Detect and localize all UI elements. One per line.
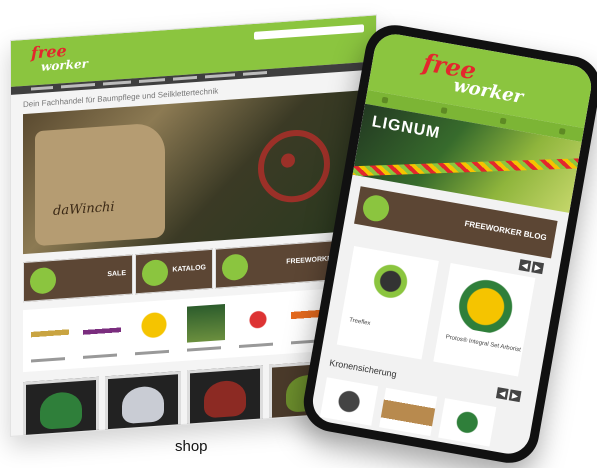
tile-katalog[interactable]: KATALOG <box>135 248 213 295</box>
carousel-prev-button[interactable]: ◀ <box>518 259 532 272</box>
tile-katalog-label: KATALOG <box>172 264 206 274</box>
product-card[interactable] <box>135 307 173 356</box>
section-prev-button[interactable]: ◀ <box>495 387 509 400</box>
section-next-button[interactable]: ▶ <box>508 389 522 403</box>
helmet-card[interactable] <box>187 365 263 432</box>
search-icon[interactable] <box>440 107 448 115</box>
phone-product-name: Treeflex <box>348 317 371 327</box>
helmet-image <box>451 271 521 337</box>
nav-item[interactable] <box>243 71 267 76</box>
product-card[interactable] <box>187 303 225 352</box>
phone-product-name: Protos® Integral Set Arborist <box>445 334 522 354</box>
phone-product-thumb[interactable] <box>379 387 438 437</box>
desktop-hero-banner[interactable]: daWinchi <box>23 90 364 255</box>
phone-logo-worker: worker <box>451 75 525 108</box>
cart-icon[interactable] <box>558 127 566 135</box>
nav-item[interactable] <box>205 73 235 79</box>
desktop-logo[interactable]: free worker <box>31 41 88 75</box>
phone-section-title: Kronensicherung <box>328 357 398 380</box>
catalog-icon <box>142 258 168 287</box>
phone-product-card[interactable]: Treeflex <box>336 246 439 360</box>
nav-item[interactable] <box>103 80 131 86</box>
phone-carousel-arrows: ◀ ▶ <box>518 259 546 275</box>
nav-item[interactable] <box>31 85 53 91</box>
product-card[interactable] <box>31 314 69 363</box>
blog-icon <box>222 253 248 282</box>
phone-logo[interactable]: free worker <box>419 47 528 108</box>
phone-section-arrows: ◀ ▶ <box>495 387 524 403</box>
tile-sale-label: SALE <box>107 269 126 279</box>
desktop-logo-worker: worker <box>41 56 88 74</box>
account-icon[interactable] <box>499 117 507 125</box>
helmet-card[interactable] <box>23 376 99 438</box>
nav-item[interactable] <box>139 78 165 83</box>
rope-image <box>352 157 582 177</box>
product-card[interactable] <box>83 311 121 359</box>
carousel-next-button[interactable]: ▶ <box>531 261 545 275</box>
nav-item[interactable] <box>61 83 95 89</box>
hero-bag-image: daWinchi <box>35 122 165 247</box>
image-caption: shop <box>175 438 208 455</box>
phone-banner-title: LIGNUM <box>370 113 442 143</box>
phone-blog-label: FREEWORKER BLOG <box>463 218 548 243</box>
product-card[interactable] <box>239 300 277 348</box>
nav-item[interactable] <box>173 75 197 81</box>
phone-product-thumb[interactable] <box>438 398 497 447</box>
hero-wheel-image <box>258 127 330 205</box>
harness-image <box>355 254 425 320</box>
menu-icon[interactable] <box>381 96 389 104</box>
phone-product-card[interactable]: Protos® Integral Set Arborist <box>433 263 536 377</box>
desktop-search-input[interactable] <box>254 24 364 40</box>
tile-sale[interactable]: SALE <box>23 254 133 303</box>
blog-icon <box>360 193 392 224</box>
phone-product-thumb[interactable] <box>320 377 379 426</box>
sale-icon <box>30 266 56 295</box>
helmet-card[interactable] <box>105 371 181 438</box>
hero-brand-label: daWinchi <box>53 199 115 219</box>
